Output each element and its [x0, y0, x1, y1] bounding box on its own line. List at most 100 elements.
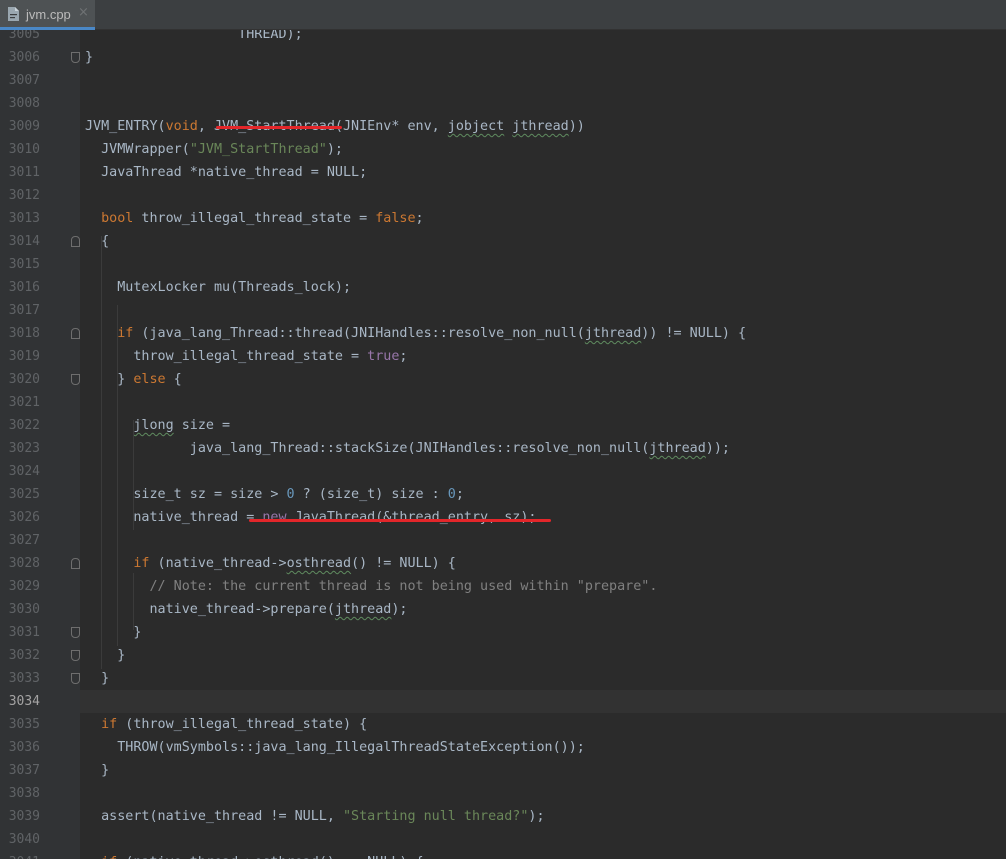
red-underline-annotation	[216, 126, 342, 129]
fold-marker-icon[interactable]	[71, 328, 80, 339]
code-line[interactable]: 3017	[0, 299, 1006, 322]
code-line[interactable]: 3032 }	[0, 644, 1006, 667]
code-token: {	[165, 372, 182, 387]
code-line-area: THREAD);	[80, 30, 1006, 46]
editor-tab-bar: jvm.cpp ×	[0, 0, 1006, 30]
code-text: {	[85, 230, 109, 253]
code-line-area	[80, 391, 1006, 414]
code-line[interactable]: 3039 assert(native_thread != NULL, "Star…	[0, 805, 1006, 828]
code-line-area	[80, 529, 1006, 552]
code-line[interactable]: 3027	[0, 529, 1006, 552]
code-line-area: } else {	[80, 368, 1006, 391]
code-line-area	[80, 460, 1006, 483]
code-line[interactable]: 3022 jlong size =	[0, 414, 1006, 437]
code-line[interactable]: 3024	[0, 460, 1006, 483]
code-line[interactable]: 3014 {	[0, 230, 1006, 253]
code-line[interactable]: 3019 throw_illegal_thread_state = true;	[0, 345, 1006, 368]
line-number: 3027	[8, 533, 40, 548]
code-line[interactable]: 3023 java_lang_Thread::stackSize(JNIHand…	[0, 437, 1006, 460]
fold-marker-icon[interactable]	[71, 52, 80, 63]
code-line[interactable]: 3021	[0, 391, 1006, 414]
line-number: 3010	[8, 142, 40, 157]
code-line[interactable]: 3009JVM_ENTRY(void, JVM_StartThread(JNIE…	[0, 115, 1006, 138]
code-line[interactable]: 3033 }	[0, 667, 1006, 690]
code-token: else	[133, 372, 166, 387]
code-line[interactable]: 3035 if (throw_illegal_thread_state) {	[0, 713, 1006, 736]
code-line-area	[80, 690, 1006, 713]
line-number: 3041	[0, 851, 40, 859]
code-token: throw_illegal_thread_state =	[133, 211, 376, 226]
line-number: 3031	[8, 625, 40, 640]
code-line-area: if (throw_illegal_thread_state) {	[80, 713, 1006, 736]
code-line[interactable]: 3040	[0, 828, 1006, 851]
code-token: if	[101, 855, 117, 859]
line-number: 3009	[8, 119, 40, 134]
code-line-area	[80, 828, 1006, 851]
code-token: (native_thread->	[117, 855, 254, 859]
code-line[interactable]: 3010 JVMWrapper("JVM_StartThread");	[0, 138, 1006, 161]
code-line-area: native_thread = new JavaThread(&thread_e…	[80, 506, 1006, 529]
code-line[interactable]: 3030 native_thread->prepare(jthread);	[0, 598, 1006, 621]
fold-marker-icon[interactable]	[71, 236, 80, 247]
code-line[interactable]: 3005 THREAD);	[0, 30, 1006, 46]
code-line[interactable]: 3008	[0, 92, 1006, 115]
code-line[interactable]: 3013 bool throw_illegal_thread_state = f…	[0, 207, 1006, 230]
code-token: true	[367, 349, 400, 364]
code-token: size =	[173, 418, 231, 433]
fold-marker-icon[interactable]	[71, 374, 80, 385]
line-number: 3007	[8, 73, 40, 88]
code-text: JVMWrapper("JVM_StartThread");	[85, 138, 343, 161]
tab-jvm-cpp[interactable]: jvm.cpp ×	[0, 0, 95, 30]
close-tab-icon[interactable]: ×	[78, 5, 89, 20]
code-line[interactable]: 3011 JavaThread *native_thread = NULL;	[0, 161, 1006, 184]
code-token: jthread	[334, 602, 392, 617]
code-line[interactable]: 3029 // Note: the current thread is not …	[0, 575, 1006, 598]
code-line[interactable]: 3025 size_t sz = size > 0 ? (size_t) siz…	[0, 483, 1006, 506]
code-line[interactable]: 3016 MutexLocker mu(Threads_lock);	[0, 276, 1006, 299]
code-line-area: }	[80, 667, 1006, 690]
code-editor[interactable]: 3005 THREAD); 3006} 3007 3008 3009 JVM_ENTRY(…	[0, 30, 1006, 859]
code-token: ;	[399, 349, 408, 364]
line-number: 3039	[8, 809, 40, 824]
fold-marker-icon[interactable]	[71, 673, 80, 684]
code-line[interactable]: 3031 }	[0, 621, 1006, 644]
fold-marker-icon[interactable]	[71, 627, 80, 638]
code-text: java_lang_Thread::stackSize(JNIHandles::…	[85, 437, 730, 460]
line-number: 3015	[8, 257, 40, 272]
code-token: jthread	[512, 119, 569, 134]
code-text: }	[85, 46, 93, 69]
code-token: bool	[101, 211, 134, 226]
code-line[interactable]: 3015	[0, 253, 1006, 276]
line-number: 3025	[8, 487, 40, 502]
fold-marker-icon[interactable]	[71, 558, 80, 569]
code-token: native_thread->prepare(	[85, 602, 335, 617]
line-number: 3040	[8, 832, 40, 847]
code-line[interactable]: 3012	[0, 184, 1006, 207]
code-token: (native_thread->	[149, 556, 287, 571]
code-line[interactable]: 3018 if (java_lang_Thread::thread(JNIHan…	[0, 322, 1006, 345]
code-line[interactable]: 3028 if (native_thread->osthread() != NU…	[0, 552, 1006, 575]
code-line[interactable]: 3006}	[0, 46, 1006, 69]
code-line[interactable]: 3026 native_thread = new JavaThread(&thr…	[0, 506, 1006, 529]
line-number: 3022	[8, 418, 40, 433]
code-token: THROW(vmSymbols::java_lang_IllegalThread…	[85, 740, 585, 755]
line-number: 3012	[8, 188, 40, 203]
code-line[interactable]: 3038	[0, 782, 1006, 805]
code-text: }	[85, 667, 109, 690]
code-line[interactable]: 3020 } else {	[0, 368, 1006, 391]
code-text: // Note: the current thread is not being…	[85, 575, 658, 598]
code-line[interactable]: 3007	[0, 69, 1006, 92]
code-token: osthread	[254, 855, 319, 859]
code-line[interactable]: 3041 if (native_thread->osthread() == NU…	[0, 851, 1006, 859]
line-number: 3028	[8, 556, 40, 571]
code-line[interactable]: 3037 }	[0, 759, 1006, 782]
code-line[interactable]: 3034	[0, 690, 1006, 713]
line-number: 3023	[8, 441, 40, 456]
code-text: THREAD);	[85, 30, 303, 46]
fold-marker-icon[interactable]	[71, 650, 80, 661]
code-line-area: native_thread->prepare(jthread);	[80, 598, 1006, 621]
line-number: 3024	[8, 464, 40, 479]
line-number: 3034	[8, 694, 40, 709]
indent-guide	[133, 573, 134, 630]
code-line[interactable]: 3036 THROW(vmSymbols::java_lang_IllegalT…	[0, 736, 1006, 759]
